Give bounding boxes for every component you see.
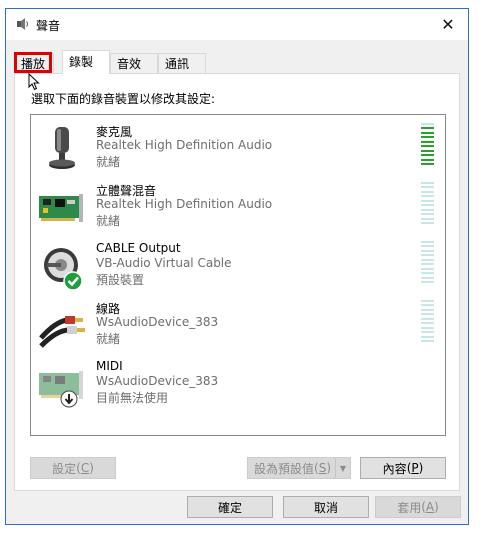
- configure-button[interactable]: 設定(C): [30, 457, 116, 479]
- level-meter: [421, 182, 434, 224]
- meter-segment: [421, 131, 434, 134]
- meter-segment: [421, 204, 434, 207]
- apply-mnemonic: A: [425, 500, 435, 514]
- device-status: 就緒: [96, 332, 121, 346]
- meter-segment: [421, 186, 434, 189]
- midi-card-icon: [37, 361, 87, 411]
- meter-segment: [421, 267, 434, 270]
- level-meter: [421, 123, 434, 165]
- meter-segment: [421, 339, 434, 342]
- set-default-label: 設為預設值: [254, 461, 315, 476]
- device-driver: WsAudioDevice_383: [96, 315, 219, 329]
- device-item-line-in[interactable]: 線路 WsAudioDevice_383 就緒: [31, 300, 445, 358]
- meter-segment: [421, 182, 434, 184]
- chevron-down-icon[interactable]: ▼: [335, 458, 350, 478]
- meter-segment: [421, 254, 434, 257]
- meter-segment: [421, 162, 434, 165]
- meter-segment: [421, 245, 434, 248]
- meter-segment: [421, 322, 434, 325]
- tab-recording[interactable]: 錄製: [62, 50, 110, 74]
- meter-segment: [421, 221, 434, 224]
- level-meter: [421, 300, 434, 342]
- meter-segment: [421, 331, 434, 334]
- meter-segment: [421, 217, 434, 220]
- set-default-button[interactable]: 設為預設值(S) ▼: [247, 457, 351, 479]
- sound-card-icon: [37, 184, 87, 234]
- device-item-microphone[interactable]: 麥克風 Realtek High Definition Audio 就緒: [31, 123, 445, 181]
- meter-segment: [421, 276, 434, 279]
- window-title: 聲音: [36, 19, 61, 33]
- set-default-mnemonic: S: [318, 461, 327, 475]
- configure-mnemonic: C: [80, 461, 90, 475]
- meter-segment: [421, 154, 434, 157]
- meter-segment: [421, 199, 434, 202]
- meter-segment: [421, 300, 434, 302]
- properties-mnemonic: P: [411, 461, 419, 475]
- meter-segment: [421, 140, 434, 143]
- meter-segment: [421, 208, 434, 211]
- microphone-icon: [37, 125, 87, 175]
- meter-segment: [421, 145, 434, 148]
- meter-segment: [421, 249, 434, 252]
- device-driver: Realtek High Definition Audio: [96, 138, 273, 152]
- tab-playback[interactable]: 播放: [14, 53, 54, 73]
- speaker-icon: [16, 17, 30, 31]
- device-driver: Realtek High Definition Audio: [96, 197, 273, 211]
- device-item-midi[interactable]: MIDI WsAudioDevice_383 目前無法使用: [31, 359, 445, 417]
- apply-label: 套用: [397, 500, 422, 515]
- device-driver: VB-Audio Virtual Cable: [96, 256, 232, 270]
- title-bar: 聲音 ✕: [6, 9, 468, 40]
- device-status: 預設裝置: [96, 273, 145, 287]
- meter-segment: [421, 127, 434, 130]
- meter-segment: [421, 326, 434, 329]
- cable-default-icon: [37, 243, 87, 293]
- ok-button[interactable]: 確定: [187, 496, 273, 518]
- meter-segment: [421, 158, 434, 161]
- properties-label: 內容: [382, 461, 407, 476]
- tab-communications[interactable]: 通訊: [158, 53, 206, 73]
- device-item-stereo-mix[interactable]: 立體聲混音 Realtek High Definition Audio 就緒: [31, 182, 445, 240]
- mouse-cursor-icon: [28, 72, 40, 94]
- meter-segment: [421, 136, 434, 139]
- meter-segment: [421, 280, 434, 283]
- device-name: MIDI: [96, 359, 123, 373]
- device-item-cable-output[interactable]: CABLE Output VB-Audio Virtual Cable 預設裝置: [31, 241, 445, 299]
- rca-cable-icon: [37, 302, 87, 352]
- meter-segment: [421, 195, 434, 198]
- close-icon: ✕: [441, 15, 455, 34]
- meter-segment: [421, 258, 434, 261]
- meter-segment: [421, 313, 434, 316]
- device-name: CABLE Output: [96, 241, 181, 255]
- meter-segment: [421, 335, 434, 338]
- properties-button[interactable]: 內容(P): [360, 457, 446, 479]
- configure-label: 設定: [52, 461, 77, 476]
- device-status: 目前無法使用: [96, 391, 169, 405]
- meter-segment: [421, 308, 434, 311]
- meter-segment: [421, 190, 434, 193]
- meter-segment: [421, 241, 434, 243]
- instruction-text: 選取下面的錄音裝置以修改其設定:: [31, 92, 216, 106]
- apply-button[interactable]: 套用(A): [375, 496, 461, 518]
- meter-segment: [421, 272, 434, 275]
- device-status: 就緒: [96, 155, 121, 169]
- meter-segment: [421, 317, 434, 320]
- meter-segment: [421, 149, 434, 152]
- device-list[interactable]: 麥克風 Realtek High Definition Audio 就緒 立體聲…: [30, 114, 446, 436]
- device-driver: WsAudioDevice_383: [96, 374, 219, 388]
- close-button[interactable]: ✕: [428, 9, 468, 40]
- meter-segment: [421, 263, 434, 266]
- sound-dialog: 聲音 ✕ 播放 錄製 音效 通訊 選取下面的錄音裝置以修改其設定: 麥克風 Re…: [5, 8, 469, 525]
- level-meter: [421, 241, 434, 283]
- meter-segment: [421, 123, 434, 125]
- tab-sounds[interactable]: 音效: [110, 53, 158, 73]
- meter-segment: [421, 213, 434, 216]
- cancel-button[interactable]: 取消: [283, 496, 369, 518]
- meter-segment: [421, 304, 434, 307]
- recording-panel: 選取下面的錄音裝置以修改其設定: 麥克風 Realtek High Defini…: [14, 73, 460, 491]
- device-status: 就緒: [96, 214, 121, 228]
